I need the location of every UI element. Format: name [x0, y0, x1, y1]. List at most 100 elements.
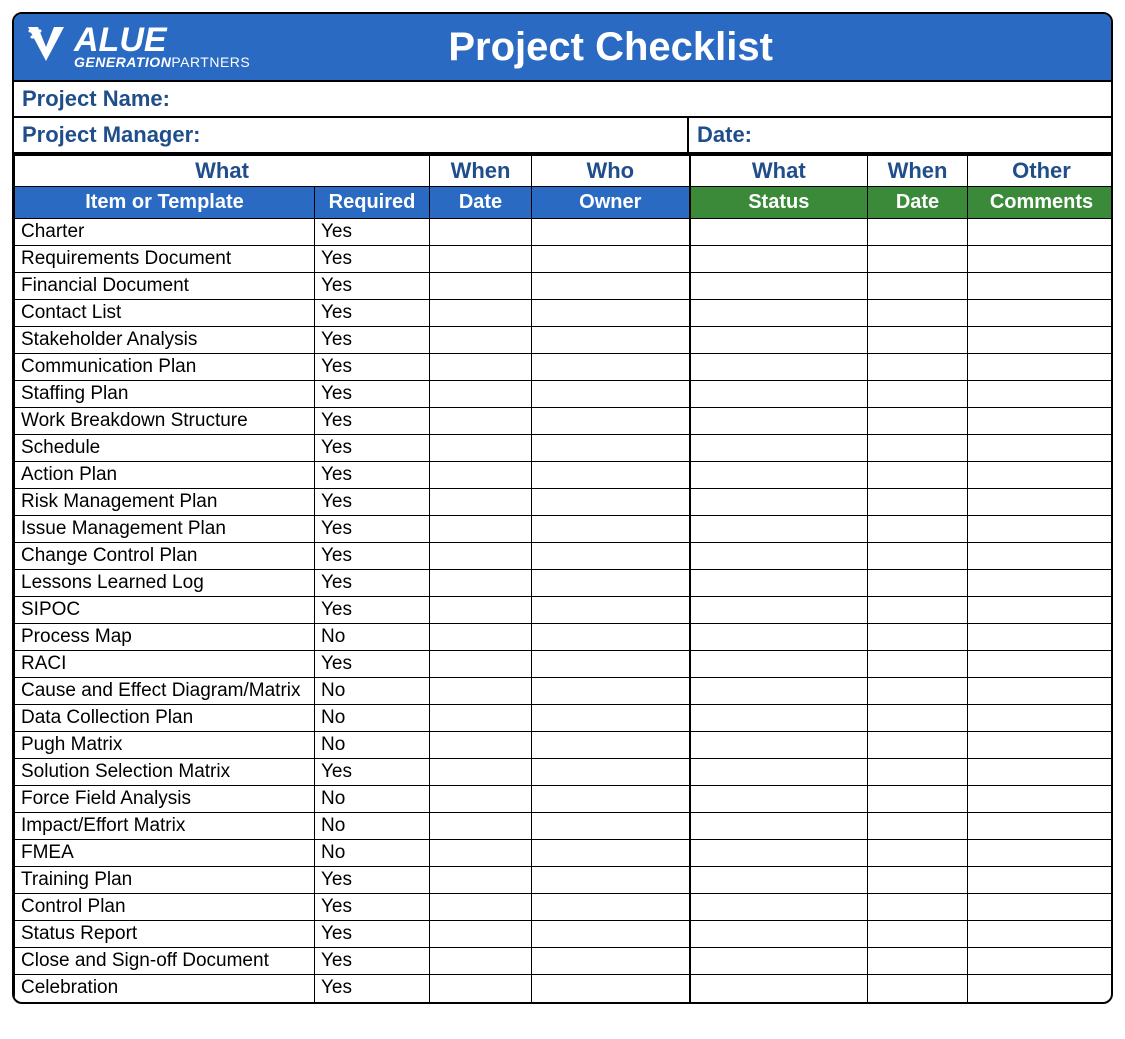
cell-date-2[interactable]	[868, 651, 968, 678]
cell-status[interactable]	[690, 435, 868, 462]
cell-status[interactable]	[690, 786, 868, 813]
cell-status[interactable]	[690, 489, 868, 516]
cell-owner[interactable]	[532, 948, 690, 975]
cell-status[interactable]	[690, 624, 868, 651]
cell-comments[interactable]	[968, 732, 1113, 759]
cell-owner[interactable]	[532, 273, 690, 300]
cell-status[interactable]	[690, 219, 868, 246]
cell-comments[interactable]	[968, 219, 1113, 246]
cell-owner[interactable]	[532, 300, 690, 327]
cell-owner[interactable]	[532, 219, 690, 246]
cell-date-2[interactable]	[868, 732, 968, 759]
cell-date-2[interactable]	[868, 543, 968, 570]
cell-comments[interactable]	[968, 543, 1113, 570]
cell-date-1[interactable]	[430, 678, 532, 705]
cell-owner[interactable]	[532, 516, 690, 543]
cell-comments[interactable]	[968, 516, 1113, 543]
cell-date-1[interactable]	[430, 651, 532, 678]
cell-date-1[interactable]	[430, 813, 532, 840]
cell-owner[interactable]	[532, 489, 690, 516]
cell-comments[interactable]	[968, 759, 1113, 786]
cell-owner[interactable]	[532, 813, 690, 840]
cell-date-1[interactable]	[430, 975, 532, 1002]
cell-date-2[interactable]	[868, 408, 968, 435]
cell-date-2[interactable]	[868, 759, 968, 786]
cell-comments[interactable]	[968, 624, 1113, 651]
cell-status[interactable]	[690, 948, 868, 975]
cell-date-2[interactable]	[868, 381, 968, 408]
cell-date-1[interactable]	[430, 381, 532, 408]
cell-date-2[interactable]	[868, 867, 968, 894]
cell-status[interactable]	[690, 408, 868, 435]
cell-date-2[interactable]	[868, 705, 968, 732]
cell-date-1[interactable]	[430, 624, 532, 651]
cell-date-2[interactable]	[868, 462, 968, 489]
cell-comments[interactable]	[968, 354, 1113, 381]
cell-owner[interactable]	[532, 624, 690, 651]
cell-comments[interactable]	[968, 327, 1113, 354]
cell-owner[interactable]	[532, 651, 690, 678]
cell-date-1[interactable]	[430, 462, 532, 489]
cell-comments[interactable]	[968, 705, 1113, 732]
cell-status[interactable]	[690, 759, 868, 786]
cell-comments[interactable]	[968, 435, 1113, 462]
cell-comments[interactable]	[968, 300, 1113, 327]
cell-owner[interactable]	[532, 786, 690, 813]
cell-date-2[interactable]	[868, 354, 968, 381]
cell-status[interactable]	[690, 543, 868, 570]
cell-date-1[interactable]	[430, 300, 532, 327]
cell-status[interactable]	[690, 327, 868, 354]
cell-date-1[interactable]	[430, 273, 532, 300]
cell-status[interactable]	[690, 273, 868, 300]
cell-comments[interactable]	[968, 813, 1113, 840]
cell-comments[interactable]	[968, 381, 1113, 408]
cell-date-2[interactable]	[868, 786, 968, 813]
cell-status[interactable]	[690, 678, 868, 705]
cell-date-2[interactable]	[868, 489, 968, 516]
cell-owner[interactable]	[532, 921, 690, 948]
cell-date-2[interactable]	[868, 813, 968, 840]
cell-owner[interactable]	[532, 327, 690, 354]
cell-status[interactable]	[690, 705, 868, 732]
cell-date-2[interactable]	[868, 273, 968, 300]
cell-date-1[interactable]	[430, 408, 532, 435]
cell-date-1[interactable]	[430, 516, 532, 543]
cell-comments[interactable]	[968, 246, 1113, 273]
cell-date-2[interactable]	[868, 894, 968, 921]
cell-comments[interactable]	[968, 651, 1113, 678]
cell-status[interactable]	[690, 867, 868, 894]
cell-date-2[interactable]	[868, 921, 968, 948]
cell-date-1[interactable]	[430, 786, 532, 813]
cell-date-2[interactable]	[868, 678, 968, 705]
cell-date-1[interactable]	[430, 435, 532, 462]
cell-date-1[interactable]	[430, 840, 532, 867]
cell-comments[interactable]	[968, 489, 1113, 516]
cell-status[interactable]	[690, 597, 868, 624]
cell-date-2[interactable]	[868, 597, 968, 624]
cell-comments[interactable]	[968, 975, 1113, 1002]
cell-date-1[interactable]	[430, 705, 532, 732]
cell-owner[interactable]	[532, 543, 690, 570]
cell-date-2[interactable]	[868, 516, 968, 543]
cell-date-1[interactable]	[430, 246, 532, 273]
cell-date-2[interactable]	[868, 840, 968, 867]
cell-comments[interactable]	[968, 948, 1113, 975]
cell-owner[interactable]	[532, 759, 690, 786]
cell-date-2[interactable]	[868, 246, 968, 273]
cell-date-2[interactable]	[868, 624, 968, 651]
cell-comments[interactable]	[968, 840, 1113, 867]
cell-status[interactable]	[690, 894, 868, 921]
cell-owner[interactable]	[532, 894, 690, 921]
cell-date-1[interactable]	[430, 489, 532, 516]
cell-owner[interactable]	[532, 435, 690, 462]
cell-owner[interactable]	[532, 408, 690, 435]
cell-owner[interactable]	[532, 867, 690, 894]
cell-date-1[interactable]	[430, 543, 532, 570]
cell-owner[interactable]	[532, 381, 690, 408]
cell-status[interactable]	[690, 570, 868, 597]
cell-comments[interactable]	[968, 462, 1113, 489]
cell-date-1[interactable]	[430, 597, 532, 624]
cell-date-1[interactable]	[430, 327, 532, 354]
cell-status[interactable]	[690, 732, 868, 759]
cell-date-1[interactable]	[430, 732, 532, 759]
